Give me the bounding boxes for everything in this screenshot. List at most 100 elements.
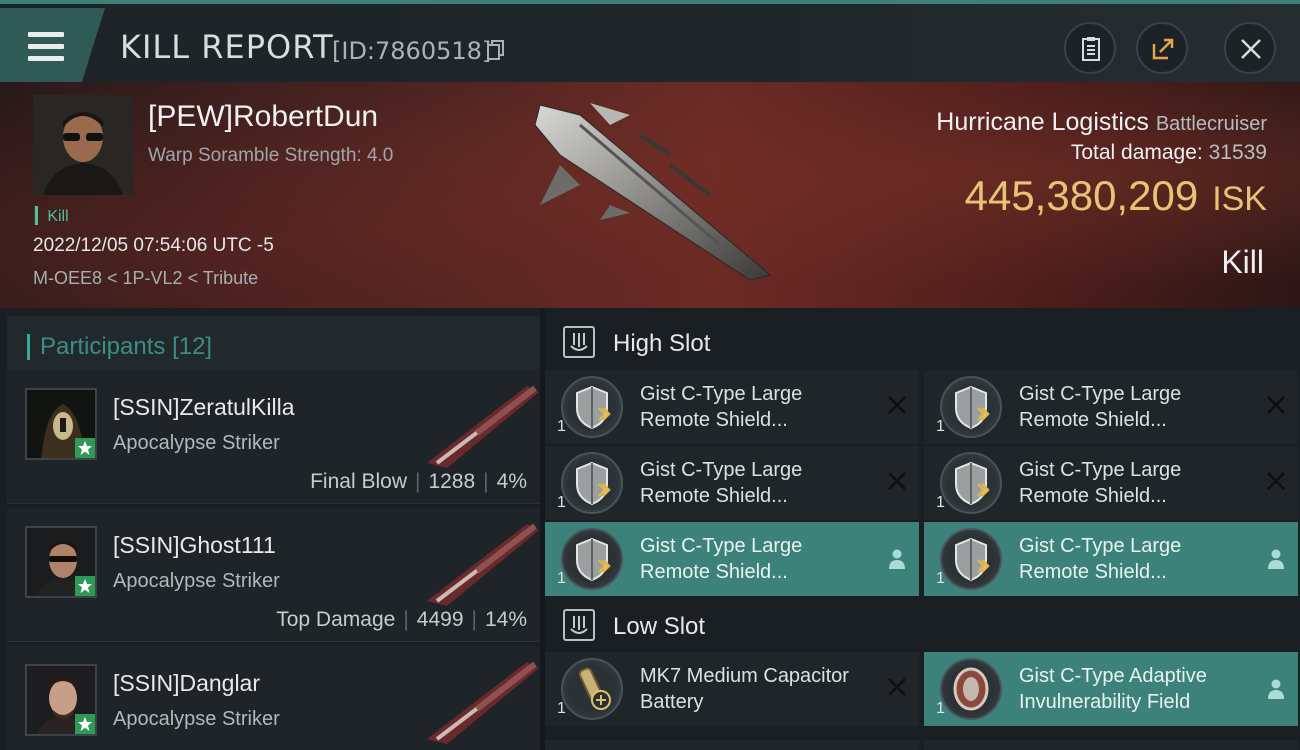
participant-avatar: [25, 526, 97, 598]
participant-damage: 4499: [416, 608, 464, 631]
low-slot-header: Low Slot: [545, 595, 1300, 655]
clipboard-button[interactable]: [1064, 22, 1116, 74]
copy-icon[interactable]: [487, 40, 505, 60]
module-slot[interactable]: 1 Gist C-Type Adaptive Invulnerability Fi…: [924, 652, 1298, 726]
module-name: Gist C-Type Large Remote Shield...: [640, 535, 803, 583]
module-quantity: 1: [936, 570, 945, 587]
participants-label: Participants: [40, 333, 166, 360]
share-button[interactable]: [1136, 22, 1188, 74]
participant-row[interactable]: [SSIN]ZeratulKilla Apocalypse Striker Fi…: [7, 370, 540, 504]
module-slot-partial: [545, 740, 919, 750]
capacitor-battery-icon: [578, 667, 611, 710]
dropped-person-icon: [1268, 549, 1284, 569]
victim-ship-image[interactable]: [520, 95, 780, 285]
kill-location: M-OEE8 < 1P-VL2 < Tribute: [33, 268, 259, 288]
kill-tag: ▎Kill: [35, 208, 69, 225]
participant-stats: Top Damage | 4499 | 14%: [276, 608, 527, 631]
module-slot[interactable]: 1 Gist C-Type Large Remote Shield...: [924, 370, 1298, 444]
participant-damage: 1288: [428, 470, 476, 493]
high-slot-label: High Slot: [613, 330, 711, 357]
participant-ship: Apocalypse Striker: [113, 570, 280, 592]
module-quantity: 1: [557, 570, 566, 587]
dropped-person-icon: [889, 549, 905, 569]
participants-title: Participants [12]: [40, 333, 212, 361]
participant-name[interactable]: [SSIN]ZeratulKilla: [113, 394, 295, 421]
victim-avatar: [33, 95, 133, 195]
module-slot[interactable]: 1 Gist C-Type Large Remote Shield...: [924, 522, 1298, 596]
shield-repairer-icon: [955, 537, 990, 582]
kill-tag-label: Kill: [47, 208, 69, 225]
participants-count: [12]: [172, 333, 213, 360]
shield-repairer-icon: [576, 537, 611, 582]
participant-row[interactable]: [SSIN]Ghost111 Apocalypse Striker Top Da…: [7, 508, 540, 642]
module-slot[interactable]: 1 Gist C-Type Large Remote Shield...: [545, 370, 919, 444]
corp-star-badge: [75, 714, 95, 734]
module-name: Gist C-Type Adaptive Invulnerability Fie…: [1019, 665, 1207, 713]
module-name: Gist C-Type Large Remote Shield...: [640, 383, 803, 431]
participant-ship: Apocalypse Striker: [113, 708, 280, 730]
module-name: Gist C-Type Large Remote Shield...: [640, 459, 803, 507]
kill-timestamp: 2022/12/05 07:54:06 UTC -5: [33, 235, 274, 256]
high-slot-icon: [563, 326, 595, 358]
module-icon-ring: [561, 528, 623, 590]
ship-name[interactable]: Hurricane Logistics Battlecruiser: [936, 108, 1267, 137]
fitting-panel: High Slot 1 Gist C-Type Large Remote Shie…: [545, 308, 1300, 750]
participant-role: Final Blow: [310, 470, 407, 493]
corp-star-badge: [75, 438, 95, 458]
module-icon-ring: [940, 528, 1002, 590]
isk-value: 445,380,209 ISK: [965, 172, 1267, 220]
module-name: Gist C-Type Large Remote Shield...: [1019, 535, 1182, 583]
participants-header: Participants [12]: [7, 316, 540, 372]
star-icon: [78, 717, 92, 731]
participant-name[interactable]: [SSIN]Ghost111: [113, 532, 276, 559]
participant-damage-pct: 4%: [496, 470, 527, 493]
participant-avatar: [25, 388, 97, 460]
victim-portrait[interactable]: [33, 95, 133, 195]
destroyed-x-icon: [888, 678, 906, 696]
destroyed-x-icon: [888, 396, 906, 414]
ship-class: Battlecruiser: [1155, 113, 1267, 135]
participant-ship-image: [427, 661, 539, 744]
dropped-person-icon: [1268, 679, 1284, 699]
clipboard-icon: [1082, 37, 1100, 61]
menu-button[interactable]: [0, 8, 105, 82]
page-title: KILL REPORT: [120, 28, 334, 66]
participant-avatar: [25, 664, 97, 736]
module-quantity: 1: [557, 418, 566, 435]
star-icon: [78, 579, 92, 593]
module-icon-ring: [561, 658, 623, 720]
close-button[interactable]: [1224, 22, 1276, 74]
corp-star-badge: [75, 576, 95, 596]
destroyed-x-icon: [1267, 472, 1285, 490]
total-damage-label: Total damage:: [1070, 141, 1203, 164]
participant-row[interactable]: [SSIN]Danglar Apocalypse Striker: [7, 646, 540, 750]
high-slot-header: High Slot: [545, 312, 1300, 372]
module-quantity: 1: [557, 700, 566, 717]
module-slot[interactable]: 1 Gist C-Type Large Remote Shield...: [545, 446, 919, 520]
victim-name[interactable]: [PEW]RobertDun: [148, 100, 378, 134]
participant-ship-image: [427, 523, 539, 606]
participant-stats: Final Blow | 1288 | 4%: [310, 470, 527, 493]
destroyed-x-icon: [888, 472, 906, 490]
participant-name[interactable]: [SSIN]Danglar: [113, 670, 260, 697]
module-quantity: 1: [557, 494, 566, 511]
total-damage-value: 31539: [1208, 141, 1267, 164]
module-icon-ring: [940, 452, 1002, 514]
participant-ship-image: [427, 385, 539, 468]
module-slot[interactable]: 1 Gist C-Type Large Remote Shield...: [924, 446, 1298, 520]
ship-name-label: Hurricane Logistics: [936, 108, 1149, 136]
module-icon-ring: [940, 376, 1002, 438]
destroyed-x-icon: [1267, 396, 1285, 414]
low-slot-label: Low Slot: [613, 613, 706, 640]
shield-repairer-icon: [576, 461, 611, 506]
module-name: Gist C-Type Large Remote Shield...: [1019, 459, 1182, 507]
module-slot[interactable]: 1 Gist C-Type Large Remote Shield...: [545, 522, 919, 596]
invulnerability-field-icon: [953, 667, 989, 711]
warp-scramble-strength: Warp Soramble Strength: 4.0: [148, 145, 394, 166]
shield-repairer-icon: [955, 461, 990, 506]
participant-damage-pct: 14%: [484, 608, 527, 631]
module-quantity: 1: [936, 418, 945, 435]
isk-unit: ISK: [1212, 180, 1267, 218]
module-slot[interactable]: 1 MK7 Medium Capacitor Battery: [545, 652, 919, 726]
module-name: Gist C-Type Large Remote Shield...: [1019, 383, 1182, 431]
